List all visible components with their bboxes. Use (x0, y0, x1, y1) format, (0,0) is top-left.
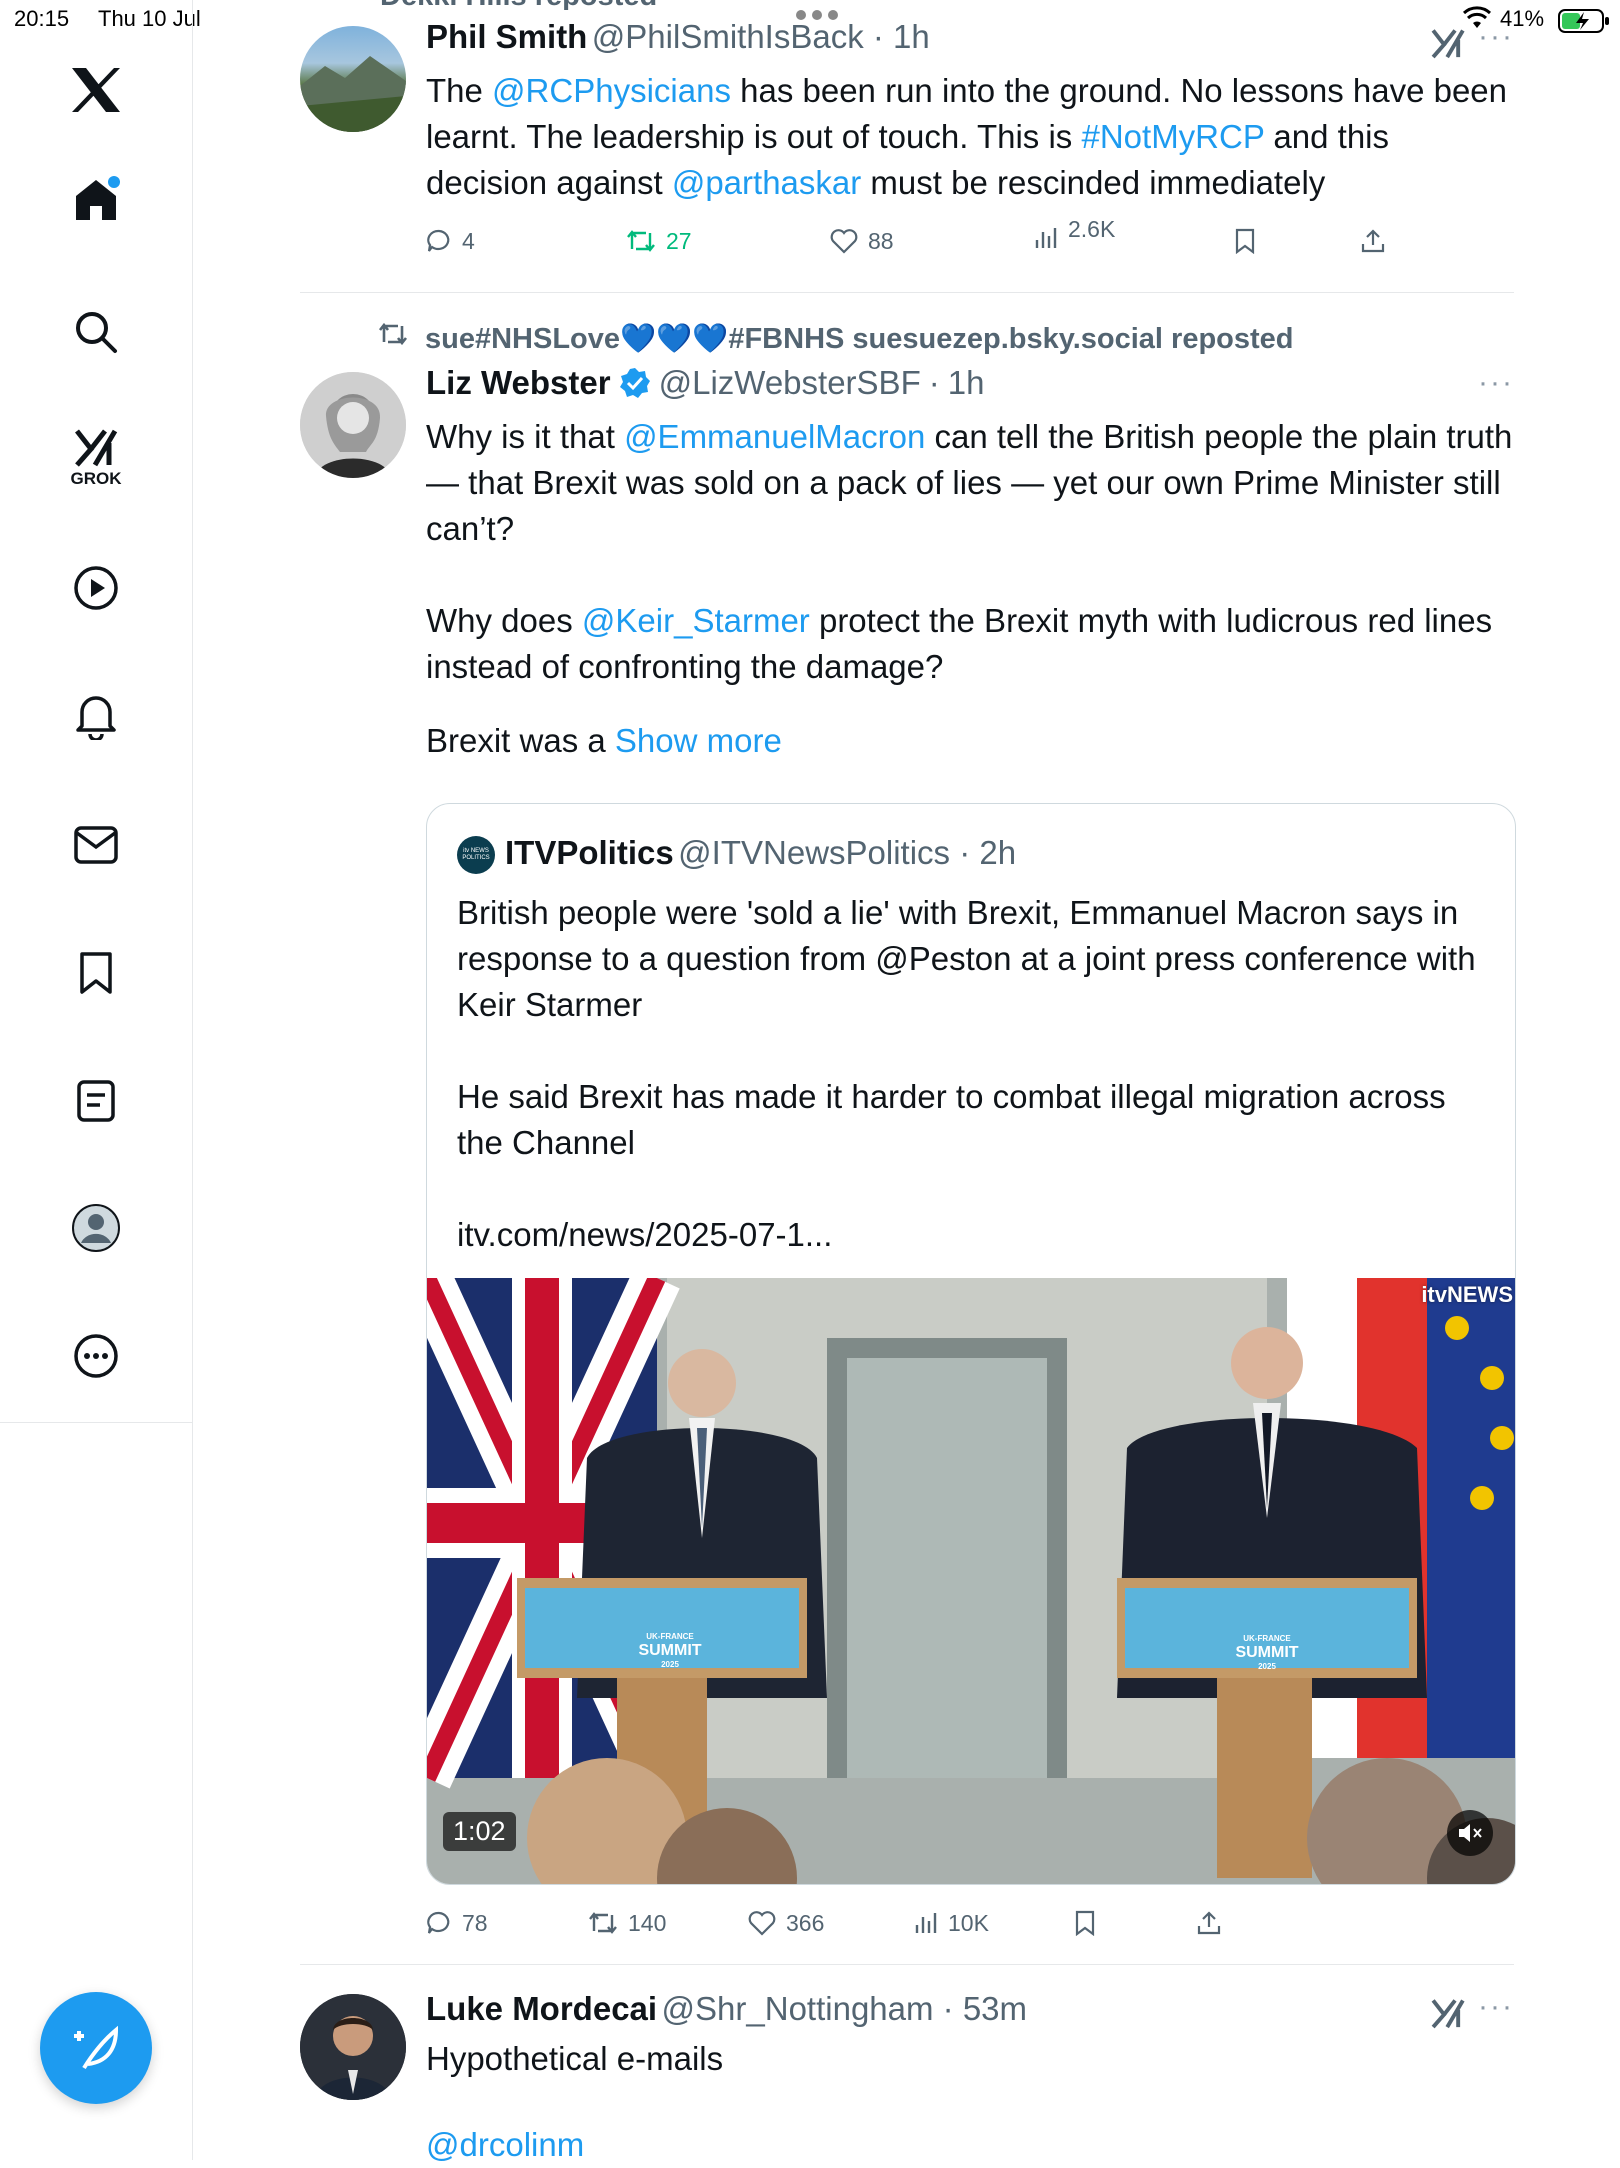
grok-explain-icon[interactable] (1430, 1996, 1466, 2035)
video-duration: 1:02 (443, 1812, 516, 1851)
more-options-icon[interactable] (56, 1316, 136, 1396)
compose-post-button[interactable] (40, 1992, 152, 2104)
post-divider (300, 292, 1514, 293)
compose-feather-icon (74, 2025, 119, 2070)
reply-button[interactable]: 78 (426, 1910, 488, 1937)
home-icon[interactable] (56, 160, 136, 240)
sidebar: GROK (0, 0, 193, 2160)
post-more-icon[interactable]: ··· (1478, 20, 1514, 54)
grok-label: GROK (70, 469, 122, 488)
views-button[interactable]: 10K (914, 1910, 989, 1937)
post-time[interactable]: 1h (948, 364, 985, 402)
post-text: Why is it that @EmmanuelMacron can tell … (426, 418, 1513, 759)
notifications-bell-icon[interactable] (56, 676, 136, 756)
avatar[interactable] (300, 26, 406, 132)
grok-icon (75, 429, 118, 467)
avatar[interactable] (300, 1994, 406, 2100)
repost-button[interactable]: 140 (588, 1910, 666, 1937)
mention-link[interactable]: @EmmanuelMacron (624, 418, 925, 455)
quoted-post[interactable]: itv NEWS POLITICS ITVPolitics @ITVNewsPo… (426, 803, 1516, 1885)
bookmark-button[interactable] (1234, 228, 1256, 254)
author-handle[interactable]: @PhilSmithIsBack (592, 18, 864, 55)
search-icon[interactable] (56, 292, 136, 372)
mention-link[interactable]: @Keir_Starmer (582, 602, 810, 639)
quoted-post-text: British people were 'sold a lie' with Br… (457, 890, 1487, 1258)
podium-sign-right: UK-FRANCE SUMMIT 2025 (1235, 1634, 1299, 1671)
x-logo[interactable] (56, 50, 136, 130)
mention-link[interactable]: @parthaskar (672, 164, 861, 201)
author-name[interactable]: Liz Webster (426, 364, 611, 402)
share-button[interactable] (1196, 1910, 1222, 1936)
mute-button[interactable] (1447, 1810, 1493, 1856)
bookmark-icon (1075, 1910, 1095, 1936)
show-more-link[interactable]: Show more (615, 722, 782, 759)
reply-icon (427, 229, 450, 252)
repost-button[interactable]: 27 (626, 228, 692, 255)
post-time[interactable]: 53m (963, 1990, 1027, 2027)
verified-badge-icon (619, 368, 650, 398)
heart-icon (830, 229, 858, 254)
post-text: The @RCPhysicians has been run into the … (426, 72, 1508, 201)
views-icon (915, 1913, 937, 1933)
quoted-post-time[interactable]: 2h (979, 834, 1016, 871)
muted-speaker-icon (1459, 1824, 1482, 1842)
quoted-link[interactable]: itv.com/news/2025-07-1... (457, 1212, 1487, 1258)
post-text: Hypothetical e-mails (426, 2040, 724, 2077)
repost-icon (627, 230, 655, 252)
post-more-icon[interactable]: ··· (1478, 366, 1514, 400)
heart-icon (748, 1911, 776, 1936)
avatar[interactable] (300, 372, 406, 478)
repost-context[interactable]: sue#NHSLove💙💙💙#FBNHS suesuezep.bsky.soci… (425, 322, 1294, 356)
podium-sign-left: UK-FRANCE SUMMIT 2025 (638, 1632, 702, 1669)
lists-icon[interactable] (56, 1061, 136, 1141)
author-handle[interactable]: @LizWebsterSBF (659, 364, 921, 402)
mention-link[interactable]: @drcolinm (426, 2122, 584, 2168)
views-button[interactable]: 2.6K (1034, 218, 1115, 258)
post-time[interactable]: 1h (893, 18, 930, 55)
author-name[interactable]: Phil Smith (426, 18, 587, 55)
grok-nav[interactable]: GROK (56, 418, 136, 498)
grok-explain-icon[interactable] (1430, 26, 1466, 65)
share-icon (1197, 1911, 1221, 1935)
like-button[interactable]: 366 (748, 1910, 824, 1937)
repost-icon (378, 322, 408, 351)
video-player[interactable]: UK-FRANCE SUMMIT 2025 UK-FRANCE SUMMIT 2… (427, 1278, 1515, 1884)
itv-news-watermark: itvNEWS (1421, 1282, 1513, 1307)
hashtag-link[interactable]: #NotMyRCP (1081, 118, 1264, 155)
author-handle[interactable]: @Shr_Nottingham (662, 1990, 934, 2027)
messages-envelope-icon[interactable] (56, 805, 136, 885)
mention-link[interactable]: @RCPhysicians (492, 72, 731, 109)
video-icon[interactable] (56, 548, 136, 628)
post-divider (300, 1964, 1514, 1965)
like-button[interactable]: 88 (830, 228, 894, 255)
bookmark-button[interactable] (1074, 1910, 1096, 1936)
share-icon (1361, 229, 1385, 253)
author-name[interactable]: Luke Mordecai (426, 1990, 657, 2027)
quoted-author-handle[interactable]: @ITVNewsPolitics (678, 834, 950, 871)
share-button[interactable] (1360, 228, 1386, 254)
battery-charging-icon (1558, 8, 1610, 39)
reply-icon (427, 1911, 450, 1934)
post-more-icon[interactable]: ··· (1478, 1990, 1514, 2024)
repost-context[interactable]: Dekki Hills reposted (380, 0, 657, 10)
sidebar-divider (0, 1422, 192, 1423)
views-icon (1035, 228, 1057, 248)
bookmarks-icon[interactable] (56, 933, 136, 1013)
repost-icon (589, 1912, 617, 1934)
video-frame (427, 1278, 1515, 1884)
bookmark-icon (1235, 228, 1255, 254)
reply-button[interactable]: 4 (426, 228, 475, 255)
quoted-author-name[interactable]: ITVPolitics (505, 834, 674, 871)
profile-avatar-icon[interactable] (56, 1188, 136, 1268)
itv-logo: itv NEWS POLITICS (457, 836, 495, 874)
